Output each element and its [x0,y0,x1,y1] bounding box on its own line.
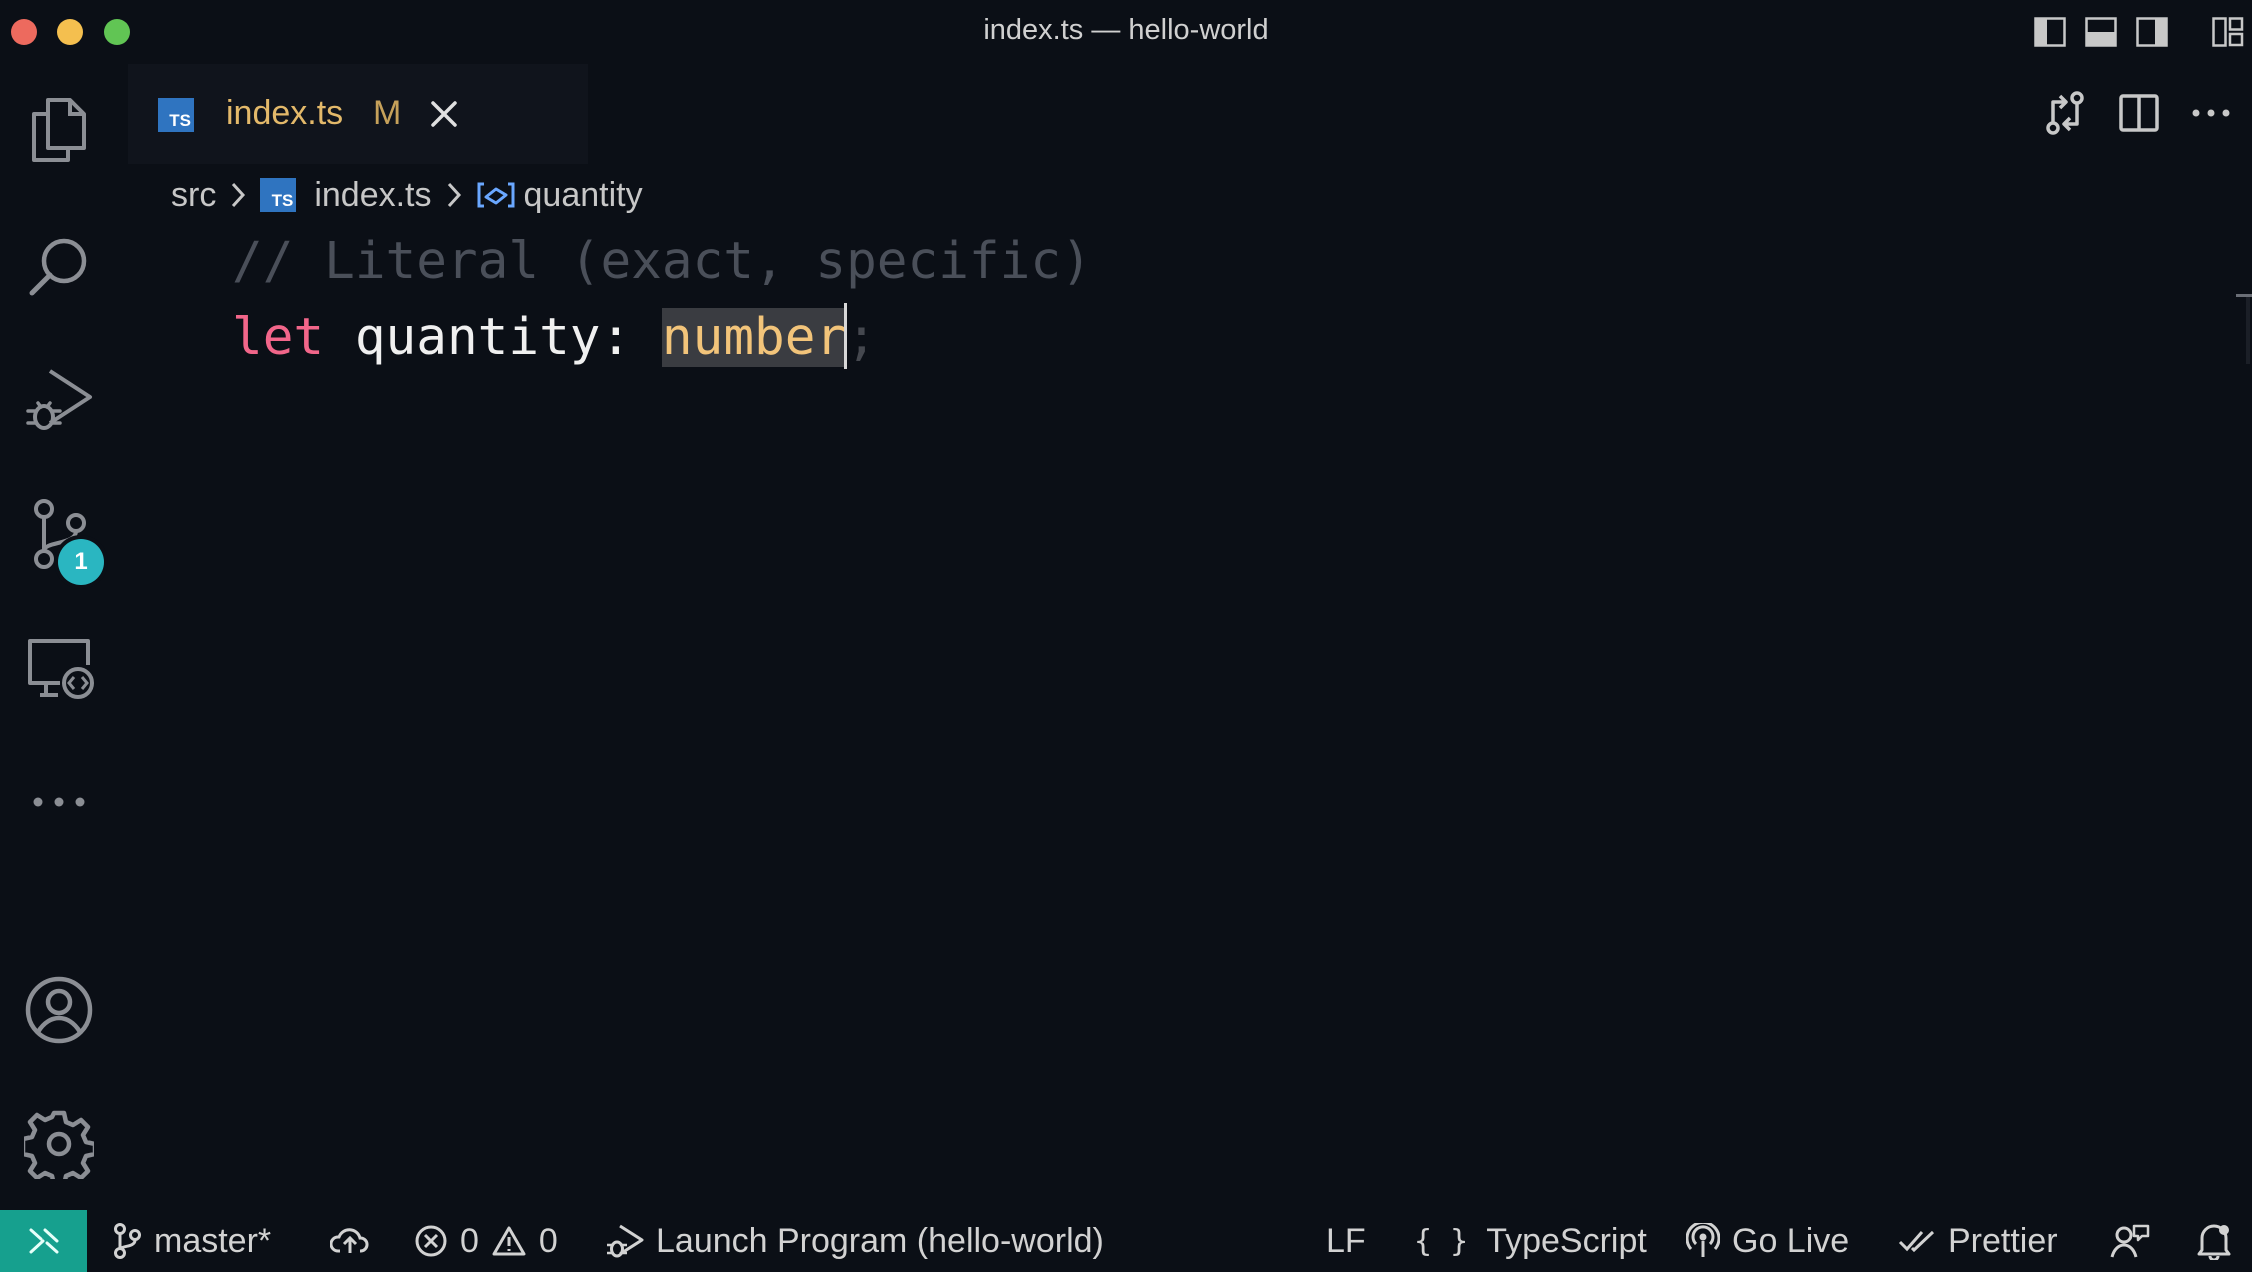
window-title: index.ts — hello-world [983,14,1269,46]
status-bar: master* 0 0 Launch Program (hello-world)… [0,1210,2252,1272]
chevron-right-icon [446,181,462,209]
explorer-icon[interactable] [19,90,99,170]
go-live-status[interactable]: Go Live [1686,1210,1849,1272]
language-label: TypeScript [1486,1221,1647,1260]
keyword-token: let [232,308,325,367]
toggle-primary-sidebar-icon[interactable] [2032,14,2068,50]
language-status[interactable]: { } TypeScript [1414,1210,1647,1272]
more-actions-icon[interactable] [2186,88,2236,138]
branch-status[interactable]: master* [112,1210,271,1272]
breadcrumb-file[interactable]: index.ts [314,176,431,215]
more-views-icon[interactable] [19,762,99,842]
warning-count: 0 [538,1221,558,1260]
text-cursor [844,303,848,369]
activity-bar: 1 [0,62,118,1210]
overview-ruler-marker [2236,294,2252,297]
open-changes-icon[interactable] [2040,88,2090,138]
editor-scrollbar[interactable] [2246,294,2250,364]
remote-indicator-icon[interactable] [0,1210,87,1272]
tab-label: index.ts [226,94,344,132]
breadcrumb-symbol[interactable]: quantity [524,176,643,215]
prettier-status[interactable]: Prettier [1898,1210,2058,1272]
search-icon[interactable] [19,226,99,306]
branch-label: master* [154,1221,272,1260]
variable-symbol-icon [476,181,516,209]
customize-layout-icon[interactable] [2210,14,2246,50]
toggle-panel-icon[interactable] [2083,14,2119,50]
tab-bar: TS index.ts M [118,62,2252,168]
launch-program-status[interactable]: Launch Program (hello-world) [606,1210,1104,1272]
identifier-token: quantity [354,308,601,367]
git-branch-icon [112,1222,142,1260]
remote-explorer-icon[interactable] [19,628,99,708]
toggle-secondary-sidebar-icon[interactable] [2134,14,2170,50]
breadcrumb: src TS index.ts quantity [171,170,643,220]
tab-modified-indicator: M [373,94,402,132]
title-bar: index.ts — hello-world [0,0,2252,62]
colon-token: : [600,308,632,367]
selected-type-token: number [661,308,847,367]
split-editor-icon[interactable] [2114,88,2164,138]
error-icon [414,1224,448,1258]
breadcrumb-folder[interactable]: src [171,176,216,215]
typescript-file-icon: TS [260,178,297,212]
broadcast-icon [1686,1223,1720,1259]
typescript-file-icon: TS [158,98,194,132]
source-control-badge: 1 [58,539,104,585]
code-line-declaration[interactable]: let quantity: number; [232,303,877,373]
settings-gear-icon[interactable] [19,1104,99,1184]
go-live-label: Go Live [1732,1221,1850,1260]
braces-icon: { } [1414,1223,1469,1259]
sync-icon[interactable] [330,1210,370,1272]
problems-status[interactable]: 0 0 [414,1210,558,1272]
feedback-icon[interactable] [2110,1210,2150,1272]
double-check-icon [1898,1228,1936,1254]
close-icon[interactable] [424,94,464,134]
chevron-right-icon [230,181,246,209]
semicolon-token: ; [846,308,877,367]
debug-icon [606,1223,644,1259]
accounts-icon[interactable] [19,970,99,1050]
eol-status[interactable]: LF [1326,1210,1366,1272]
tab-index-ts[interactable]: TS index.ts M [128,64,588,164]
run-and-debug-icon[interactable] [19,360,99,440]
notifications-bell-icon[interactable] [2196,1210,2232,1272]
launch-program-label: Launch Program (hello-world) [656,1221,1104,1260]
warning-icon [491,1225,527,1257]
prettier-label: Prettier [1948,1221,2058,1260]
error-count: 0 [460,1221,479,1260]
code-line-comment[interactable]: // Literal (exact, specific) [232,232,1092,291]
